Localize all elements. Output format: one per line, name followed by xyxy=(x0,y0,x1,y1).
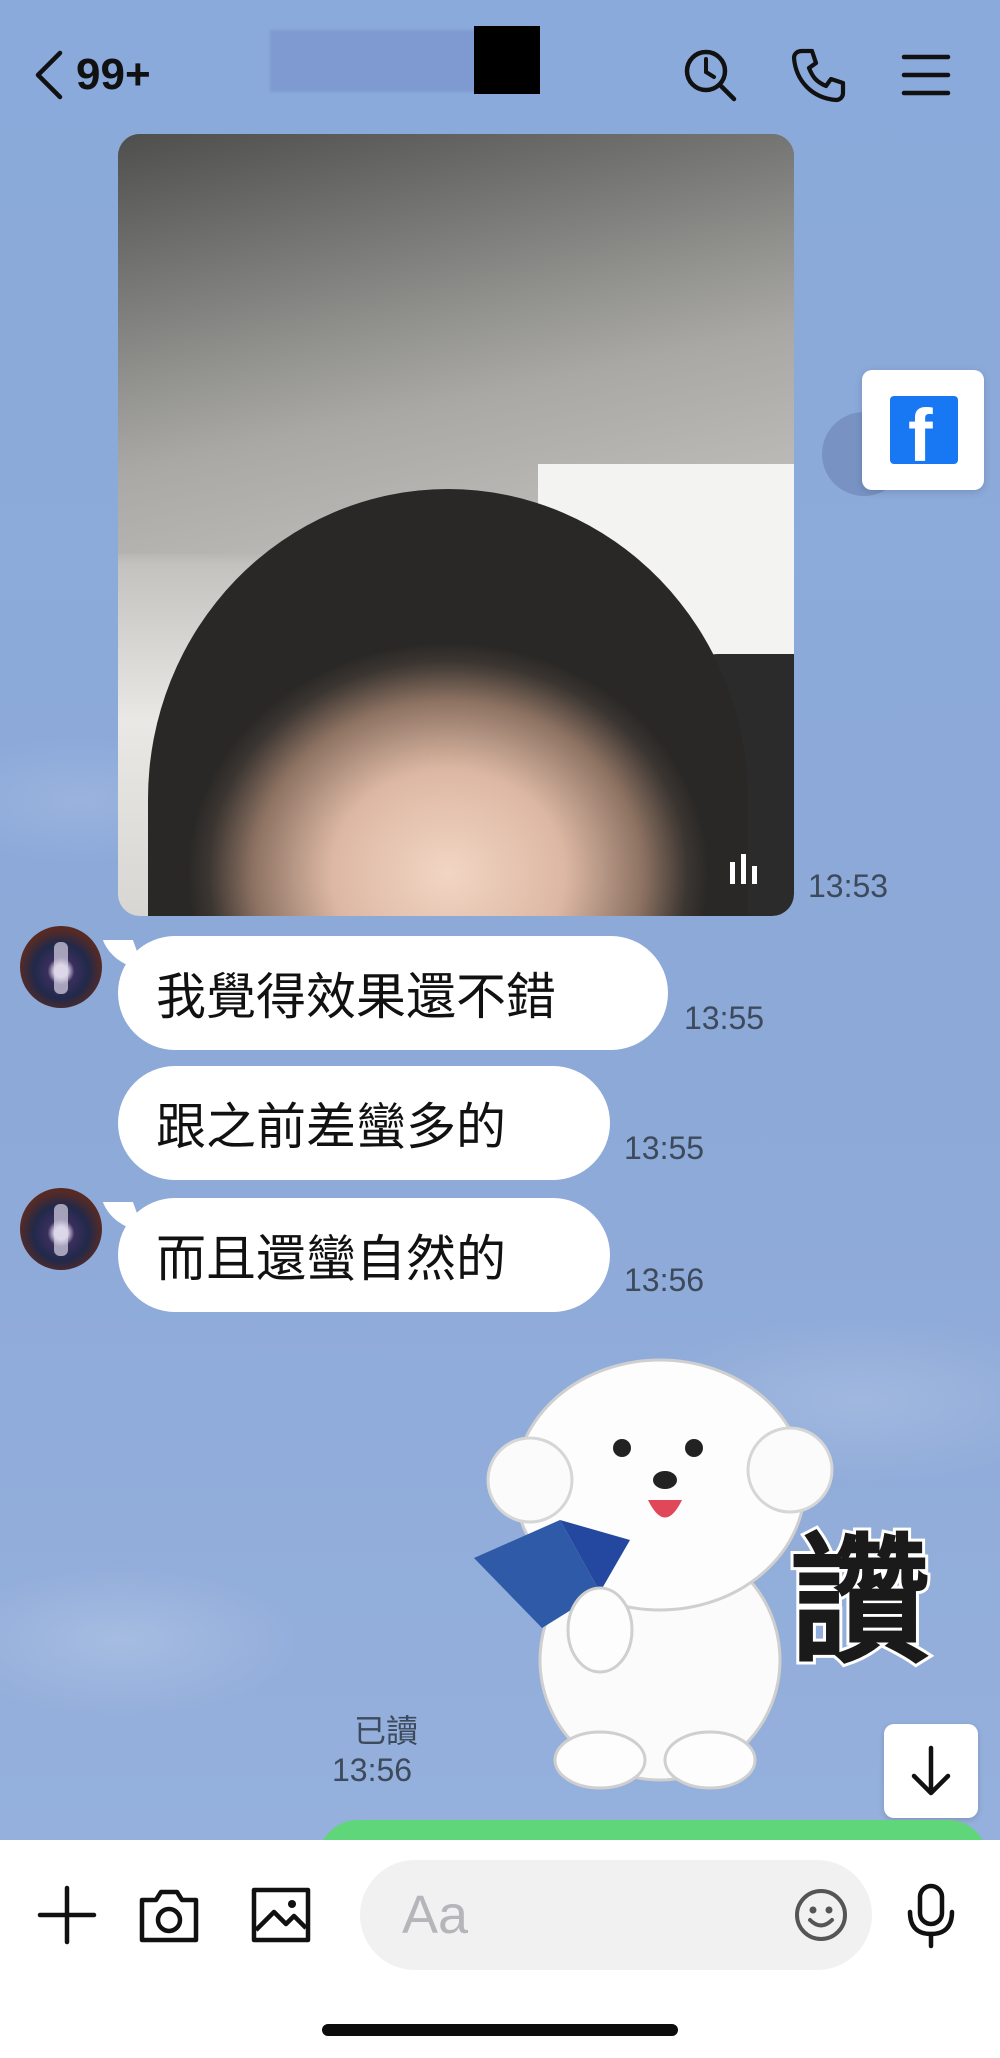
message-bubble[interactable]: 而且還蠻自然的 xyxy=(118,1198,610,1312)
message-time: 13:56 xyxy=(332,1752,413,1788)
plus-icon[interactable] xyxy=(32,1880,102,1950)
home-indicator xyxy=(322,2024,678,2036)
message-text: 我覺得效果還不錯 xyxy=(156,968,556,1026)
message-text: 而且還蠻自然的 xyxy=(156,1230,506,1288)
message-bubble[interactable]: 我覺得效果還不錯 xyxy=(118,936,668,1050)
emoji-icon[interactable] xyxy=(792,1886,850,1944)
image-icon[interactable] xyxy=(246,1880,316,1950)
message-time: 13:56 xyxy=(624,1262,705,1298)
message-time: 13:55 xyxy=(624,1130,705,1166)
unread-count: 99+ xyxy=(76,50,151,99)
back-button[interactable]: 99+ xyxy=(30,45,151,105)
sticker-text: 讚 xyxy=(790,1521,930,1684)
message-bubble[interactable]: 跟之前差蠻多的 xyxy=(118,1066,610,1180)
arrow-down-icon xyxy=(911,1745,951,1796)
scroll-to-bottom-button[interactable] xyxy=(884,1724,978,1818)
chat-header: 99+ xyxy=(0,0,1000,150)
message-input[interactable]: Aa xyxy=(360,1860,872,1970)
avatar[interactable] xyxy=(20,1188,102,1270)
message-time: 13:55 xyxy=(684,1000,765,1036)
message-input-placeholder: Aa xyxy=(402,1885,469,1945)
input-bar: Aa xyxy=(0,1840,1000,2058)
avatar[interactable] xyxy=(20,926,102,1008)
menu-icon[interactable] xyxy=(896,45,956,105)
redaction-block xyxy=(474,26,540,94)
search-icon[interactable] xyxy=(680,45,740,105)
image-message[interactable] xyxy=(118,134,794,916)
read-receipt: 已讀 xyxy=(354,1712,419,1750)
facebook-icon: f xyxy=(890,396,958,476)
message-time: 13:53 xyxy=(808,868,889,904)
message-text: 跟之前差蠻多的 xyxy=(156,1098,506,1156)
phone-icon[interactable] xyxy=(788,45,848,105)
chat-title-redacted xyxy=(270,30,480,92)
microphone-icon[interactable] xyxy=(896,1880,966,1950)
camera-icon[interactable] xyxy=(134,1880,204,1950)
facebook-share-button[interactable]: f xyxy=(862,370,984,490)
video-stats-icon xyxy=(730,854,757,884)
chevron-left-icon xyxy=(35,50,63,100)
